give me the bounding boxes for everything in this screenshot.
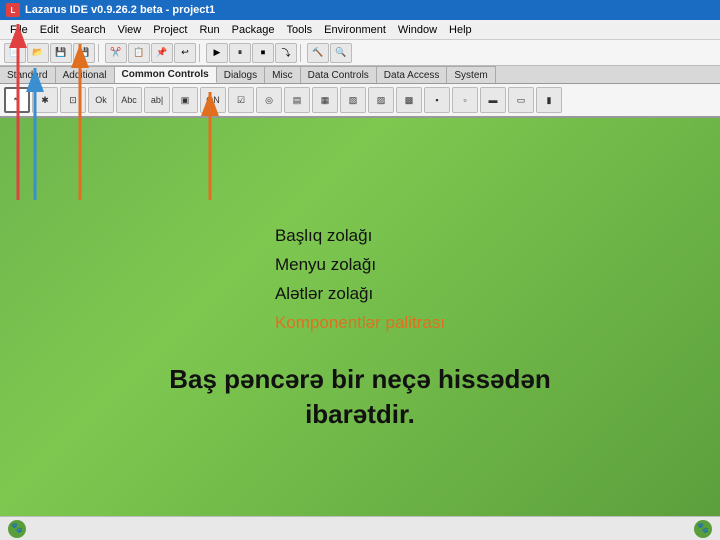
palette-comp-1[interactable]: ⊡: [60, 87, 86, 113]
toolbar-btn-build[interactable]: 🔨: [307, 43, 329, 63]
palette-comp-8[interactable]: ◎: [256, 87, 282, 113]
tab-dialogs[interactable]: Dialogs: [217, 66, 265, 83]
tab-misc[interactable]: Misc: [265, 66, 301, 83]
tab-data-controls[interactable]: Data Controls: [301, 66, 377, 83]
tab-common-controls[interactable]: Common Controls: [115, 66, 217, 83]
status-icon-right: 🐾: [694, 520, 712, 538]
palette-comp-10[interactable]: ▦: [312, 87, 338, 113]
palette-comp-14[interactable]: ▪: [424, 87, 450, 113]
palette-comp-13[interactable]: ▩: [396, 87, 422, 113]
toolbar: 📄 📂 💾 💾 ✂️ 📋 📌 ↩ ▶ ⏸ ⏹ ⤵ 🔨 🔍: [0, 40, 720, 66]
toolbar-btn-3[interactable]: 💾: [50, 43, 72, 63]
toolbar-btn-2[interactable]: 📂: [27, 43, 49, 63]
toolbar-btn-9[interactable]: 🔍: [330, 43, 352, 63]
palette-arrow-tool[interactable]: ↖: [4, 87, 30, 113]
palette-comp-9[interactable]: ▤: [284, 87, 310, 113]
menu-environment[interactable]: Environment: [318, 22, 392, 38]
toolbar-btn-1[interactable]: 📄: [4, 43, 26, 63]
palette-comp-2[interactable]: Ok: [88, 87, 114, 113]
toolbar-btn-stop[interactable]: ⏹: [252, 43, 274, 63]
big-text-container: Baş pəncərə bir neçə hissədən ibarətdir.: [169, 362, 551, 432]
menu-window[interactable]: Window: [392, 22, 443, 38]
tab-system[interactable]: System: [447, 66, 495, 83]
component-palette: Standard Additional Common Controls Dial…: [0, 66, 720, 118]
menu-project[interactable]: Project: [147, 22, 193, 38]
tab-standard[interactable]: Standard: [0, 66, 56, 83]
palette-components: ↖ ✱ ⊡ Ok Abc ab| ▣ ON ☑ ◎ ▤ ▦ ▧ ▨ ▩ ▪ ▫ …: [0, 84, 720, 116]
palette-comp-7[interactable]: ☑: [228, 87, 254, 113]
toolbar-sep-2: [199, 44, 203, 62]
toolbar-btn-7[interactable]: 📌: [151, 43, 173, 63]
menu-view[interactable]: View: [112, 22, 148, 38]
palette-comp-4[interactable]: ab|: [144, 87, 170, 113]
toolbar-btn-run[interactable]: ▶: [206, 43, 228, 63]
palette-comp-18[interactable]: ▮: [536, 87, 562, 113]
status-bar: 🐾 🐾: [0, 516, 720, 540]
label-menyu: Menyu zolağı: [275, 251, 445, 280]
toolbar-btn-step[interactable]: ⤵: [275, 43, 297, 63]
toolbar-btn-6[interactable]: 📋: [128, 43, 150, 63]
palette-tabs: Standard Additional Common Controls Dial…: [0, 66, 720, 84]
palette-comp-6[interactable]: ON: [200, 87, 226, 113]
menu-bar: File Edit Search View Project Run Packag…: [0, 20, 720, 40]
palette-comp-15[interactable]: ▫: [452, 87, 478, 113]
title-bar: L Lazarus IDE v0.9.26.2 beta - project1: [0, 0, 720, 20]
menu-edit[interactable]: Edit: [34, 22, 65, 38]
label-komponentler: Komponentlər palitrası: [275, 309, 445, 338]
menu-package[interactable]: Package: [226, 22, 281, 38]
palette-comp-0[interactable]: ✱: [32, 87, 58, 113]
tab-additional[interactable]: Additional: [56, 66, 115, 83]
menu-search[interactable]: Search: [65, 22, 112, 38]
menu-tools[interactable]: Tools: [280, 22, 318, 38]
palette-comp-3[interactable]: Abc: [116, 87, 142, 113]
title-text: Lazarus IDE v0.9.26.2 beta - project1: [25, 4, 215, 16]
text-labels: Başlıq zolağı Menyu zolağı Alətlər zolağ…: [275, 222, 445, 338]
toolbar-btn-pause[interactable]: ⏸: [229, 43, 251, 63]
menu-run[interactable]: Run: [193, 22, 225, 38]
toolbar-btn-5[interactable]: ✂️: [105, 43, 127, 63]
menu-help[interactable]: Help: [443, 22, 478, 38]
palette-comp-17[interactable]: ▭: [508, 87, 534, 113]
palette-comp-12[interactable]: ▨: [368, 87, 394, 113]
label-bashliq: Başlıq zolağı: [275, 222, 445, 251]
palette-comp-16[interactable]: ▬: [480, 87, 506, 113]
toolbar-sep-1: [98, 44, 102, 62]
toolbar-btn-8[interactable]: ↩: [174, 43, 196, 63]
toolbar-btn-4[interactable]: 💾: [73, 43, 95, 63]
big-text-line2: ibarətdir.: [169, 397, 551, 432]
tab-data-access[interactable]: Data Access: [377, 66, 448, 83]
palette-comp-11[interactable]: ▧: [340, 87, 366, 113]
main-content: Başlıq zolağı Menyu zolağı Alətlər zolağ…: [0, 118, 720, 516]
toolbar-sep-3: [300, 44, 304, 62]
status-icon-left: 🐾: [8, 520, 26, 538]
label-aletler: Alətlər zolağı: [275, 280, 445, 309]
palette-comp-5[interactable]: ▣: [172, 87, 198, 113]
big-text-line1: Baş pəncərə bir neçə hissədən: [169, 362, 551, 397]
menu-file[interactable]: File: [4, 22, 34, 38]
app-icon: L: [6, 3, 20, 17]
